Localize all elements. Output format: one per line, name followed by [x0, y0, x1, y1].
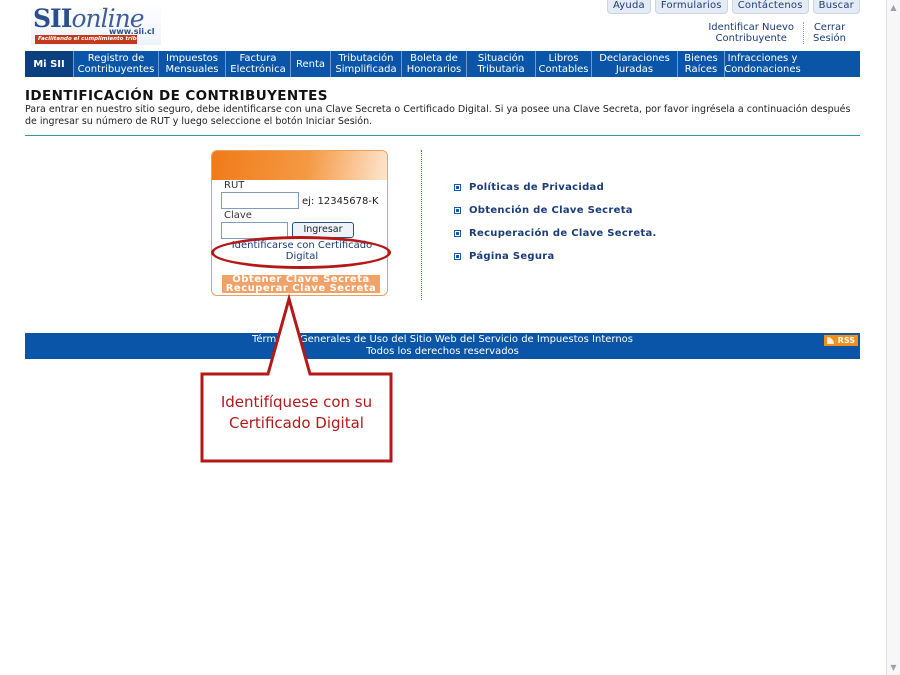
recuperar-clave-link[interactable]: Recuperar Clave Secreta [222, 284, 380, 294]
top-link-formularios[interactable]: Formularios [654, 0, 728, 14]
top-link-contactenos[interactable]: Contáctenos [731, 0, 809, 14]
rut-hint: ej: 12345678-K [302, 196, 379, 207]
site-header: SIIonline www.sii.cl Facilitando el cump… [25, 0, 860, 50]
session-links: Identificar Nuevo Contribuyente Cerrar S… [699, 22, 846, 44]
footer-terms-link[interactable]: Términos Generales de Uso del Sitio Web … [25, 334, 860, 346]
annotation-text: Identifíquese con su Certificado Digital [220, 393, 373, 432]
page-title: IDENTIFICACIÓN DE CONTRIBUYENTES [25, 88, 328, 104]
top-link-ayuda[interactable]: Ayuda [606, 0, 651, 14]
square-bullet-icon [454, 253, 461, 260]
nav-registro-contribuyentes[interactable]: Registro de Contribuyentes [74, 51, 159, 77]
nav-boleta-honorarios[interactable]: Boleta de Honorarios [402, 51, 467, 77]
nav-mi-sii[interactable]: Mi SII [25, 51, 74, 77]
divider [25, 135, 860, 136]
top-links: Ayuda Formularios Contáctenos Buscar [603, 0, 860, 14]
link-recuperacion-clave[interactable]: Recuperación de Clave Secreta. [454, 222, 657, 245]
link-politicas-privacidad[interactable]: Políticas de Privacidad [454, 176, 657, 199]
square-bullet-icon [454, 207, 461, 214]
nav-factura-electronica[interactable]: Factura Electrónica [226, 51, 291, 77]
nav-bienes-raices[interactable]: Bienes Raíces [678, 51, 725, 77]
identificar-nuevo-contribuyente-link[interactable]: Identificar Nuevo Contribuyente [699, 22, 805, 44]
logo-slogan: Facilitando el cumplimiento tributario [35, 35, 137, 44]
nav-renta[interactable]: Renta [291, 51, 331, 77]
square-bullet-icon [454, 230, 461, 237]
nav-declaraciones-juradas[interactable]: Declaraciones Juradas [592, 51, 678, 77]
nav-infracciones-condonaciones[interactable]: Infracciones y Condonaciones [724, 51, 800, 77]
main-nav: Mi SII Registro de Contribuyentes Impues… [25, 51, 860, 77]
top-link-buscar[interactable]: Buscar [812, 0, 860, 14]
nav-impuestos-mensuales[interactable]: Impuestos Mensuales [159, 51, 226, 77]
link-pagina-segura[interactable]: Página Segura [454, 245, 657, 268]
link-obtencion-clave[interactable]: Obtención de Clave Secreta [454, 199, 657, 222]
square-bullet-icon [454, 184, 461, 191]
side-links: Políticas de Privacidad Obtención de Cla… [454, 176, 657, 268]
footer-rights: Todos los derechos reservados [366, 346, 519, 357]
nav-libros-contables[interactable]: Libros Contables [536, 51, 592, 77]
clave-label: Clave [224, 210, 252, 221]
vertical-divider [421, 150, 422, 300]
sii-online-logo[interactable]: SIIonline www.sii.cl Facilitando el cump… [31, 3, 161, 45]
clave-links-bar: Obtener Clave Secreta Recuperar Clave Se… [222, 275, 380, 294]
nav-tributacion-simplificada[interactable]: Tributación Simplificada [331, 51, 402, 77]
cerrar-sesion-link[interactable]: Cerrar Sesión [804, 22, 846, 44]
scroll-up-icon[interactable]: ▲ [889, 3, 898, 12]
intro-text: Para entrar en nuestro sitio seguro, deb… [25, 104, 851, 127]
site-footer: Términos Generales de Uso del Sitio Web … [25, 333, 860, 359]
vertical-scrollbar[interactable]: ▲ ▼ [886, 0, 900, 675]
rut-label: RUT [224, 180, 245, 191]
scroll-down-icon[interactable]: ▼ [889, 663, 898, 672]
login-box-header [212, 151, 387, 180]
annotation-ellipse [211, 236, 391, 269]
rss-icon[interactable]: RSS [824, 335, 858, 346]
rut-input[interactable] [221, 192, 299, 209]
nav-situacion-tributaria[interactable]: Situación Tributaria [467, 51, 536, 77]
login-box: RUT ej: 12345678-K Clave Ingresar Identi… [211, 150, 388, 296]
